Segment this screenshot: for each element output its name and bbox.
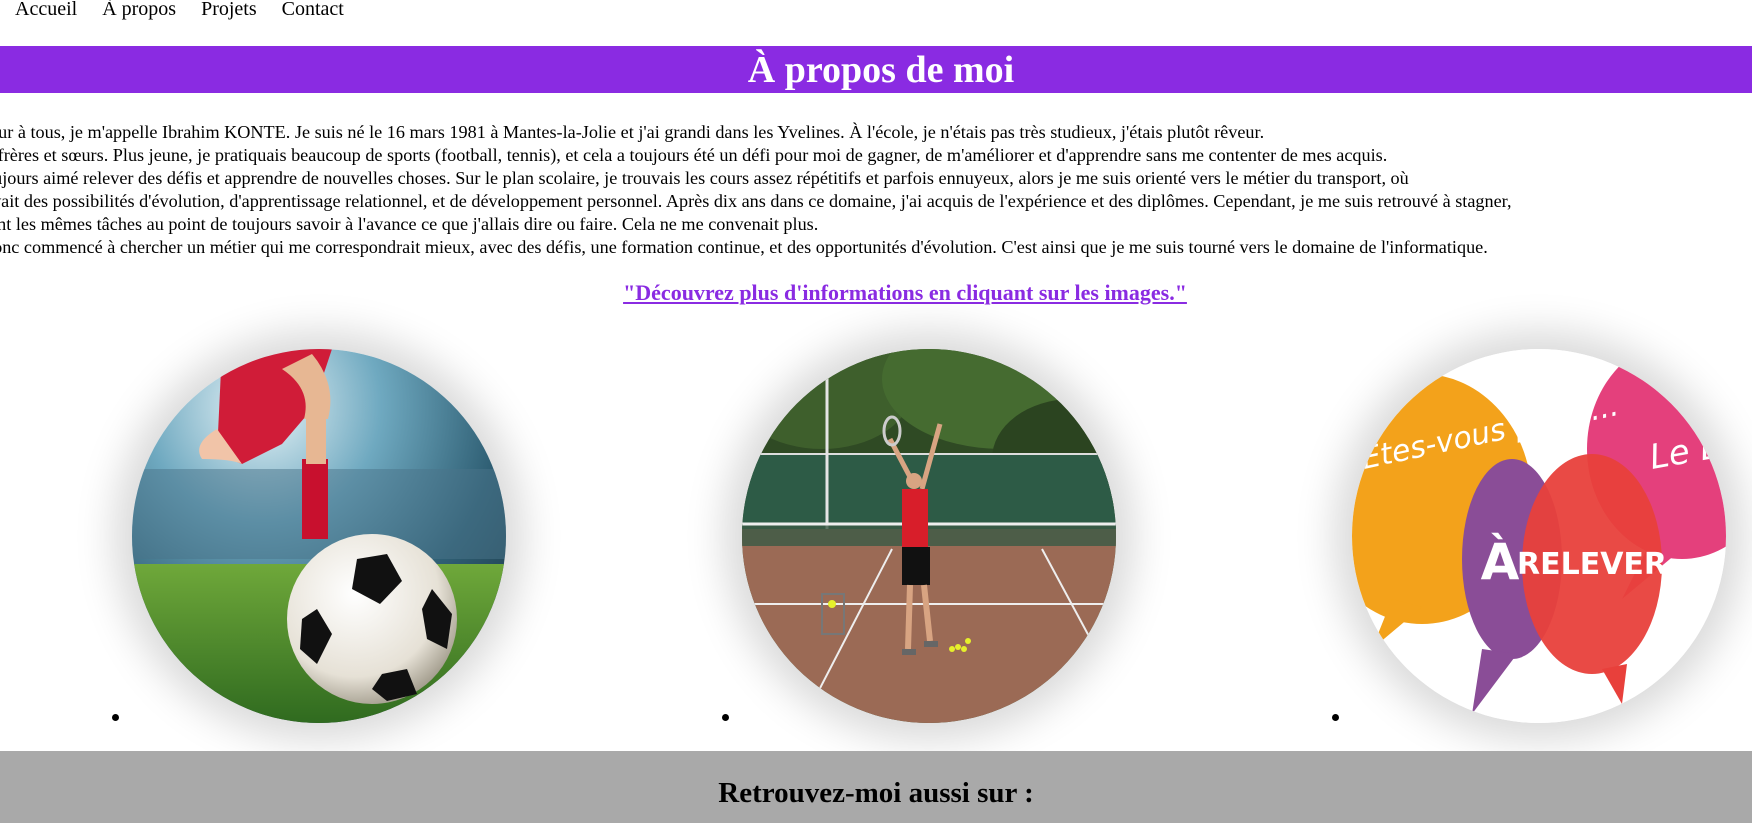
nav-link-accueil[interactable]: Accueil	[15, 0, 77, 19]
bubble-text: À	[1481, 532, 1520, 591]
bio-line: jour à tous, je m'appelle Ibrahim KONTE.…	[0, 122, 1265, 142]
nav-link-a-propos[interactable]: À propos	[102, 0, 176, 19]
challenge-image: Êtes-vous prêts... À RELEVER Le Défi ?	[1352, 349, 1726, 723]
callout-link[interactable]: "Découvrez plus d'informations en cliqua…	[623, 280, 1187, 305]
list-bullet	[112, 714, 119, 721]
bio-line: 7 frères et sœurs. Plus jeune, je pratiq…	[0, 145, 1388, 165]
tennis-image	[742, 349, 1116, 723]
image-gallery: Êtes-vous prêts... À RELEVER Le Défi ?	[0, 340, 1752, 740]
footer: Retrouvez-moi aussi sur :	[0, 751, 1752, 823]
top-nav: Accueil À propos Projets Contact	[0, 0, 354, 30]
list-bullet	[722, 714, 729, 721]
football-image	[132, 349, 506, 723]
page-title: À propos de moi	[747, 48, 1015, 91]
bio-text: jour à tous, je m'appelle Ibrahim KONTE.…	[0, 121, 1752, 259]
callout: "Découvrez plus d'informations en cliqua…	[0, 280, 1752, 306]
nav-link-projets[interactable]: Projets	[201, 0, 257, 19]
football-image-link[interactable]	[132, 349, 506, 723]
page: Accueil À propos Projets Contact À propo…	[0, 0, 1752, 823]
bio-line: oujours aimé relever des défis et appren…	[0, 168, 1409, 188]
list-bullet	[1332, 714, 1339, 721]
bubble-text: RELEVER	[1517, 547, 1667, 582]
bio-line: avait des possibilités d'évolution, d'ap…	[0, 191, 1512, 211]
challenge-image-link[interactable]: Êtes-vous prêts... À RELEVER Le Défi ?	[1352, 349, 1726, 723]
tennis-image-link[interactable]	[742, 349, 1116, 723]
bio-line: donc commencé à chercher un métier qui m…	[0, 237, 1488, 257]
footer-title: Retrouvez-moi aussi sur :	[718, 777, 1034, 809]
bio-line: tant les mêmes tâches au point de toujou…	[0, 214, 819, 234]
nav-link-contact[interactable]: Contact	[282, 0, 344, 19]
page-header: À propos de moi	[0, 46, 1752, 93]
